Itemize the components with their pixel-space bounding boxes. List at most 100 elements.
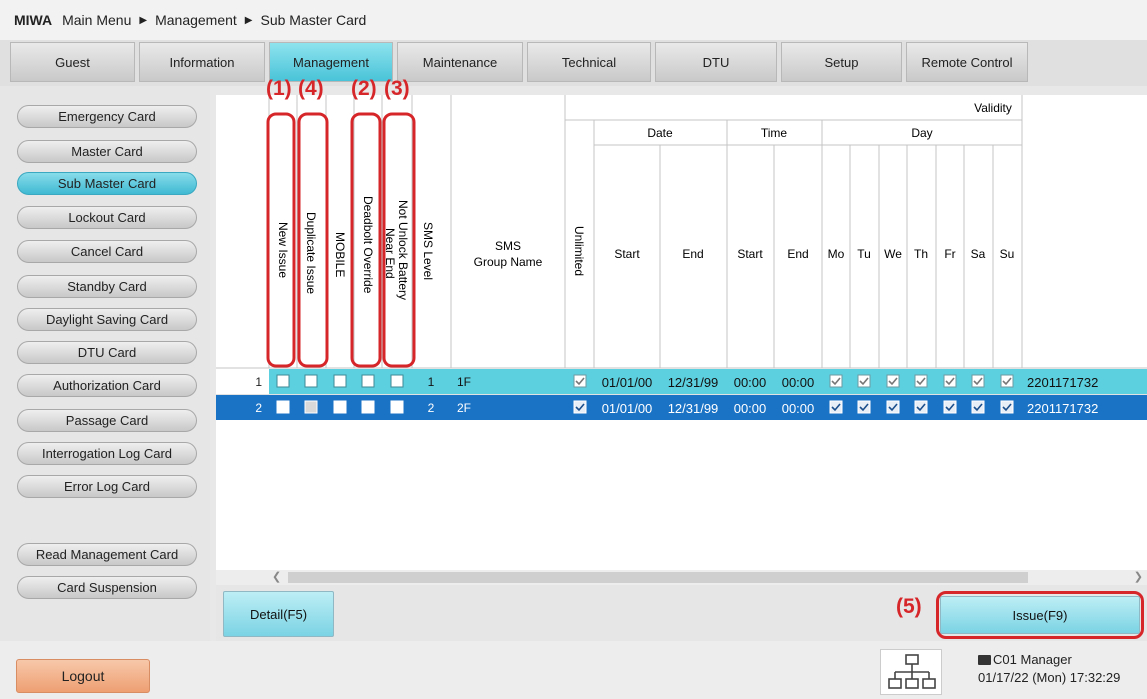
terminal-user-info: C01 Manager <box>978 652 1072 667</box>
sidebar-item-dtu-card[interactable]: DTU Card <box>17 341 197 364</box>
day-checkbox[interactable] <box>886 374 900 388</box>
brand-logo: MIWA <box>14 12 53 28</box>
day-checkbox[interactable] <box>857 374 871 388</box>
sidebar-item-interrogation-log-card[interactable]: Interrogation Log Card <box>17 442 197 465</box>
tab-management[interactable]: Management <box>269 42 393 82</box>
day-checkbox[interactable] <box>829 374 843 388</box>
tab-dtu[interactable]: DTU <box>655 42 777 82</box>
row-number: 2 <box>255 401 262 415</box>
not-unlock-battery-checkbox[interactable] <box>390 374 404 388</box>
day-checkbox[interactable] <box>857 400 871 414</box>
day-checkbox[interactable] <box>914 374 928 388</box>
scroll-left-icon[interactable]: ❮ <box>272 570 281 583</box>
header-time-start: Start <box>737 247 763 261</box>
sidebar-item-read-management-card[interactable]: Read Management Card <box>17 543 197 566</box>
header-day-sa: Sa <box>971 247 986 261</box>
scrollbar-thumb[interactable] <box>288 572 1028 583</box>
card-table-grid: Validity Date Time Day SMS Group Name St… <box>216 95 1147 420</box>
header-unlimited: Unlimited <box>572 226 586 276</box>
header-date-end: End <box>682 247 703 261</box>
unlimited-checkbox[interactable] <box>573 374 587 388</box>
sidebar-item-cancel-card[interactable]: Cancel Card <box>17 240 197 263</box>
new-issue-checkbox[interactable] <box>276 400 290 414</box>
header-new-issue: New Issue <box>276 222 290 278</box>
duplicate-issue-checkbox[interactable] <box>304 400 318 414</box>
tab-remote-control[interactable]: Remote Control <box>906 42 1028 82</box>
sidebar-item-authorization-card[interactable]: Authorization Card <box>17 374 197 397</box>
time-end-value: 00:00 <box>782 375 815 390</box>
day-checkbox[interactable] <box>829 400 843 414</box>
annotation-label-1: (1) <box>266 77 292 100</box>
annotation-label-3: (3) <box>384 77 410 100</box>
date-end-value: 12/31/99 <box>668 401 719 416</box>
header-mobile: MOBILE <box>333 232 347 277</box>
not-unlock-battery-checkbox[interactable] <box>390 400 404 414</box>
horizontal-scrollbar[interactable]: ❮ ❯ <box>216 570 1147 585</box>
header-day-fr: Fr <box>944 247 955 261</box>
tab-setup[interactable]: Setup <box>781 42 902 82</box>
footer: Logout C01 Manager 01/17/22 (Mon) 17:32:… <box>0 641 1147 699</box>
card-id-value: 2201171732 <box>1027 375 1098 390</box>
sidebar-item-daylight-saving-card[interactable]: Daylight Saving Card <box>17 308 197 331</box>
network-icon <box>880 649 942 695</box>
card-table: Validity Date Time Day SMS Group Name St… <box>216 95 1147 585</box>
header-date: Date <box>647 126 673 140</box>
tab-information[interactable]: Information <box>139 42 265 82</box>
sidebar-item-error-log-card[interactable]: Error Log Card <box>17 475 197 498</box>
header-time-end: End <box>787 247 808 261</box>
annotation-label-5: (5) <box>896 595 922 618</box>
day-checkbox[interactable] <box>886 400 900 414</box>
breadcrumb: MIWA Main Menu ▶ Management ▶ Sub Master… <box>0 0 1147 40</box>
tab-technical[interactable]: Technical <box>527 42 651 82</box>
time-start-value: 00:00 <box>734 401 767 416</box>
day-checkbox[interactable] <box>971 400 985 414</box>
card-id-value: 2201171732 <box>1027 401 1098 416</box>
sms-level-value: 2 <box>428 401 435 415</box>
breadcrumb-item-management: Management <box>155 12 237 28</box>
breadcrumb-item-main-menu: Main Menu <box>62 12 132 28</box>
day-checkbox[interactable] <box>1000 400 1014 414</box>
day-checkbox[interactable] <box>943 374 957 388</box>
sidebar-item-lockout-card[interactable]: Lockout Card <box>17 206 197 229</box>
breadcrumb-arrow-icon: ▶ <box>139 14 148 26</box>
header-sms-group-name-line2: Group Name <box>474 255 543 269</box>
sidebar-item-master-card[interactable]: Master Card <box>17 140 197 163</box>
header-day-su: Su <box>1000 247 1015 261</box>
mobile-checkbox[interactable] <box>333 400 347 414</box>
scroll-right-icon[interactable]: ❯ <box>1134 570 1143 583</box>
sidebar-item-passage-card[interactable]: Passage Card <box>17 409 197 432</box>
sidebar-item-standby-card[interactable]: Standby Card <box>17 275 197 298</box>
header-date-start: Start <box>614 247 640 261</box>
time-start-value: 00:00 <box>734 375 767 390</box>
new-issue-checkbox[interactable] <box>276 374 290 388</box>
tab-guest[interactable]: Guest <box>10 42 135 82</box>
mobile-checkbox[interactable] <box>333 374 347 388</box>
header-deadbolt-override: Deadbolt Override <box>361 196 375 294</box>
header-sms-group-name-line1: SMS <box>495 239 521 253</box>
day-checkbox[interactable] <box>943 400 957 414</box>
day-checkbox[interactable] <box>1000 374 1014 388</box>
sidebar-item-sub-master-card[interactable]: Sub Master Card <box>17 172 197 195</box>
detail-button[interactable]: Detail(F5) <box>223 591 334 637</box>
sidebar-item-card-suspension[interactable]: Card Suspension <box>17 576 197 599</box>
user-role: Manager <box>1020 652 1072 667</box>
annotation-box-issue <box>936 591 1144 639</box>
day-checkbox[interactable] <box>971 374 985 388</box>
sidebar-item-emergency-card[interactable]: Emergency Card <box>17 105 197 128</box>
day-checkbox[interactable] <box>914 400 928 414</box>
logout-button[interactable]: Logout <box>16 659 150 693</box>
header-validity: Validity <box>974 101 1012 115</box>
header-day-we: We <box>884 247 902 261</box>
annotation-label-4: (4) <box>298 77 324 100</box>
terminal-id: C01 <box>993 652 1017 667</box>
status-datetime: 01/17/22 (Mon) 17:32:29 <box>978 670 1121 685</box>
header-sms-level: SMS Level <box>421 222 435 280</box>
sms-level-value: 1 <box>428 375 435 389</box>
deadbolt-override-checkbox[interactable] <box>361 374 375 388</box>
tab-maintenance[interactable]: Maintenance <box>397 42 523 82</box>
date-end-value: 12/31/99 <box>668 375 719 390</box>
duplicate-issue-checkbox[interactable] <box>304 374 318 388</box>
unlimited-checkbox[interactable] <box>573 400 587 414</box>
deadbolt-override-checkbox[interactable] <box>361 400 375 414</box>
annotation-label-2: (2) <box>351 77 377 100</box>
